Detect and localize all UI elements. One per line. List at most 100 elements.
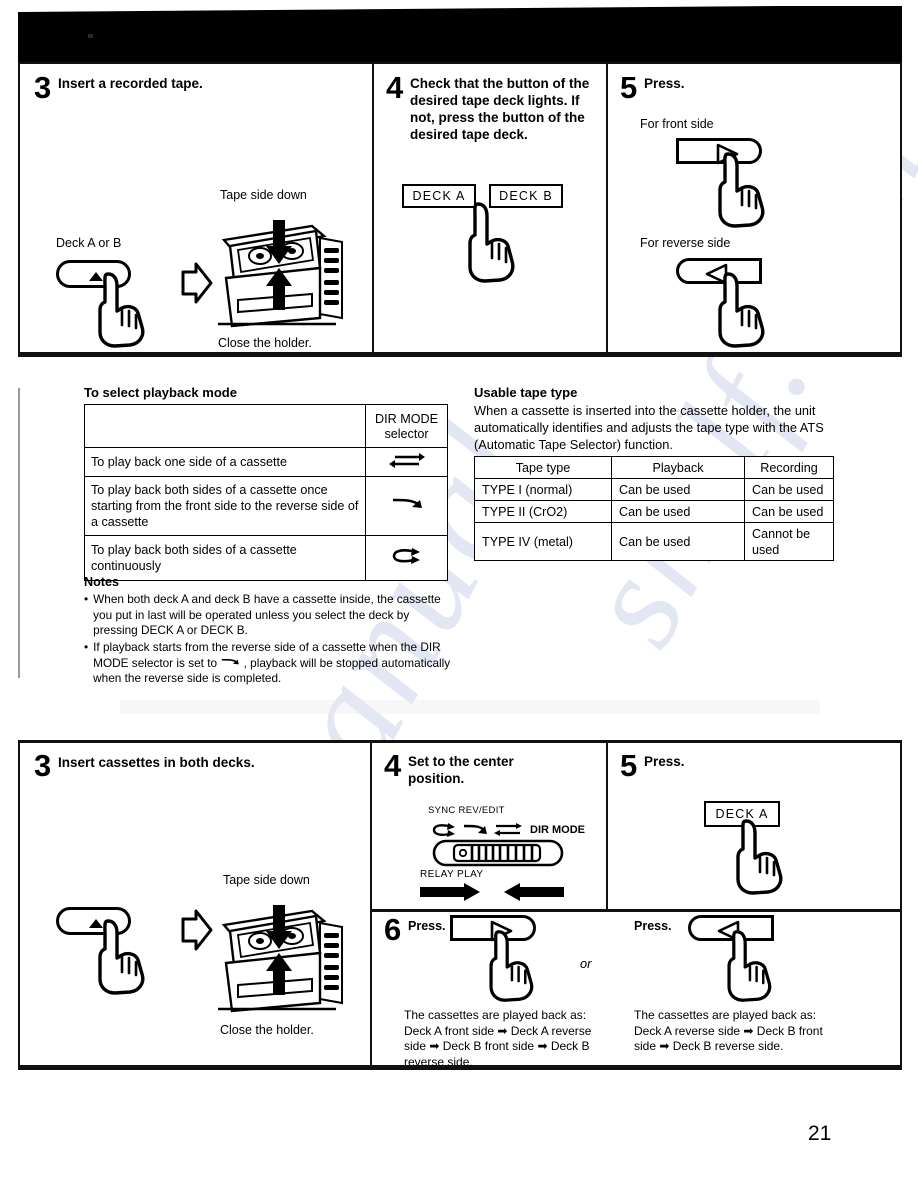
bottom-step5-heading: Press. bbox=[644, 754, 685, 769]
top-step3-eject-label: Deck A or B bbox=[56, 236, 122, 250]
note-bullet-icon: • bbox=[84, 592, 89, 606]
notes-title: Notes bbox=[84, 575, 119, 589]
bottom-step-block: 3 Insert cassettes in both decks. Tape s… bbox=[18, 740, 902, 1070]
table-header-row: Tape type Playback Recording bbox=[474, 456, 834, 479]
usable-tape-paragraph: When a cassette is inserted into the cas… bbox=[474, 403, 824, 452]
tape-type-2: TYPE II (CrO2) bbox=[474, 500, 612, 523]
bottom-step5-number: 5 bbox=[620, 748, 637, 783]
playback-mode-desc-2: To play back both sides of a cassette on… bbox=[84, 476, 366, 536]
note-item-1: • When both deck A and deck B have a cas… bbox=[84, 592, 456, 639]
cassette-deck-illustration bbox=[218, 220, 343, 328]
pointing-hand-icon bbox=[98, 272, 145, 348]
top-step5-heading: Press. bbox=[644, 76, 685, 91]
top-step5-panel: 5 Press. For front side For reverse side bbox=[608, 64, 900, 352]
top-step4-panel: 4 Check that the button of the desired t… bbox=[374, 64, 606, 352]
bottom-step3-holder-label: Close the holder. bbox=[220, 1023, 314, 1037]
flow-arrow-icon bbox=[181, 909, 213, 951]
bottom-step6-right-panel: Press. The cassettes are played back as:… bbox=[608, 912, 900, 1067]
top-step3-heading: Insert a recorded tape. bbox=[58, 76, 203, 91]
bottom-step6-left-caption: The cassettes are played back as: Deck A… bbox=[404, 1008, 592, 1069]
flow-arrow-icon bbox=[181, 262, 213, 304]
dir-mode-slider-illustration[interactable]: DIR MODE bbox=[430, 815, 594, 871]
top-step4-heading: Check that the button of the desired tap… bbox=[410, 76, 590, 142]
note-bullet-icon: • bbox=[84, 640, 89, 654]
pointing-hand-icon bbox=[727, 930, 772, 1002]
bottom-step4-panel: 4 Set to the center position. SYNC REV/E… bbox=[372, 743, 606, 907]
bottom-step6-right-heading: Press. bbox=[634, 919, 672, 933]
one-side-icon bbox=[388, 453, 425, 468]
bottom-step3-number: 3 bbox=[34, 748, 51, 783]
usable-tape-title: Usable tape type bbox=[474, 385, 578, 400]
dir-mode-header-line1: DIR MODE bbox=[375, 411, 438, 426]
bottom-step6-number: 6 bbox=[384, 912, 401, 947]
mode-glyph-once-icon bbox=[463, 824, 487, 834]
table-row: TYPE II (CrO2) Can be used Can be used bbox=[474, 500, 834, 523]
note-item-1-text: When both deck A and deck B have a casse… bbox=[93, 592, 441, 637]
pointing-hand-icon bbox=[468, 202, 515, 283]
tape-recording-1: Can be used bbox=[744, 478, 834, 501]
bottom-step4-number: 4 bbox=[384, 748, 401, 783]
tape-recording-3: Cannot be used bbox=[744, 522, 834, 561]
top-step-block: 3 Insert a recorded tape. Deck A or B Ta… bbox=[18, 62, 902, 357]
step6-or-label: or bbox=[580, 956, 592, 971]
relay-play-arrows-icon bbox=[420, 883, 564, 901]
scan-smudge bbox=[120, 700, 820, 714]
tape-playback-3: Can be used bbox=[611, 522, 745, 561]
bottom-step3-tape-label: Tape side down bbox=[223, 873, 310, 887]
bottom-step6-left-heading: Press. bbox=[408, 919, 446, 933]
top-step5-front-label: For front side bbox=[640, 117, 714, 131]
both-sides-once-icon bbox=[222, 658, 240, 664]
bottom-step3-heading: Insert cassettes in both decks. bbox=[58, 755, 255, 770]
table-row: To play back both sides of a cassette co… bbox=[84, 535, 448, 581]
pointing-hand-icon bbox=[736, 819, 783, 895]
bottom-step3-panel: 3 Insert cassettes in both decks. Tape s… bbox=[20, 743, 370, 1067]
relay-play-label: RELAY PLAY bbox=[420, 869, 484, 880]
top-step3-number: 3 bbox=[34, 70, 51, 105]
top-step3-tape-label: Tape side down bbox=[220, 188, 307, 202]
playback-mode-title: To select playback mode bbox=[84, 385, 237, 400]
pointing-hand-icon bbox=[718, 152, 765, 228]
page-number: 21 bbox=[808, 1122, 832, 1145]
table-row: To play back both sides of a cassette on… bbox=[84, 476, 448, 536]
top-step3-holder-label: Close the holder. bbox=[218, 336, 312, 350]
tape-recording-2: Can be used bbox=[744, 500, 834, 523]
note2-part3: , playback will be stopped bbox=[243, 655, 379, 670]
dir-mode-header-line2: selector bbox=[384, 426, 429, 441]
table-row: To play back one side of a cassette bbox=[84, 447, 448, 477]
both-sides-loop-icon bbox=[392, 548, 420, 564]
bottom-step6-right-caption: The cassettes are played back as: Deck A… bbox=[634, 1008, 823, 1053]
dir-mode-text: DIR MODE bbox=[530, 824, 585, 836]
bottom-step4-heading: Set to the center position. bbox=[408, 754, 514, 786]
left-margin-rule bbox=[18, 388, 20, 678]
pointing-hand-icon bbox=[489, 930, 534, 1002]
tape-type-1: TYPE I (normal) bbox=[474, 478, 612, 501]
playback-mode-desc-3: To play back both sides of a cassette co… bbox=[84, 535, 366, 581]
tape-playback-1: Can be used bbox=[611, 478, 745, 501]
usable-tape-table: Tape type Playback Recording TYPE I (nor… bbox=[474, 456, 834, 561]
tape-type-header: Tape type bbox=[474, 456, 612, 479]
masthead-bar bbox=[18, 6, 902, 62]
mode-glyph-loop-icon bbox=[432, 823, 455, 837]
top-step5-number: 5 bbox=[620, 70, 637, 105]
playback-mode-table: DIR MODE selector To play back one side … bbox=[84, 404, 448, 581]
table-header-row: DIR MODE selector bbox=[84, 404, 448, 448]
top-step3-panel: 3 Insert a recorded tape. Deck A or B Ta… bbox=[20, 64, 372, 352]
note-item-2: • If playback starts from the reverse si… bbox=[84, 640, 456, 687]
mode-glyph-oneside-icon bbox=[494, 823, 522, 836]
both-sides-once-icon bbox=[392, 498, 422, 508]
bottom-step6-left-panel: 6 Press. The cassettes are played back a… bbox=[372, 912, 606, 1069]
scan-speck bbox=[88, 34, 93, 38]
bottom-step5-panel: 5 Press. DECK A bbox=[608, 743, 900, 907]
playback-mode-desc-1: To play back one side of a cassette bbox=[84, 447, 366, 477]
tape-playback-2: Can be used bbox=[611, 500, 745, 523]
cassette-deck-illustration bbox=[218, 905, 343, 1013]
pointing-hand-icon bbox=[718, 272, 765, 348]
top-step4-number: 4 bbox=[386, 70, 403, 105]
note-item-2-text: If playback starts from the reverse side… bbox=[93, 640, 456, 687]
table-row: TYPE I (normal) Can be used Can be used bbox=[474, 478, 834, 501]
recording-header: Recording bbox=[744, 456, 834, 479]
pointing-hand-icon bbox=[98, 919, 145, 995]
note2-part1: If playback starts from the reverse side… bbox=[93, 640, 418, 654]
top-step5-reverse-label: For reverse side bbox=[640, 236, 731, 250]
playback-header: Playback bbox=[611, 456, 745, 479]
